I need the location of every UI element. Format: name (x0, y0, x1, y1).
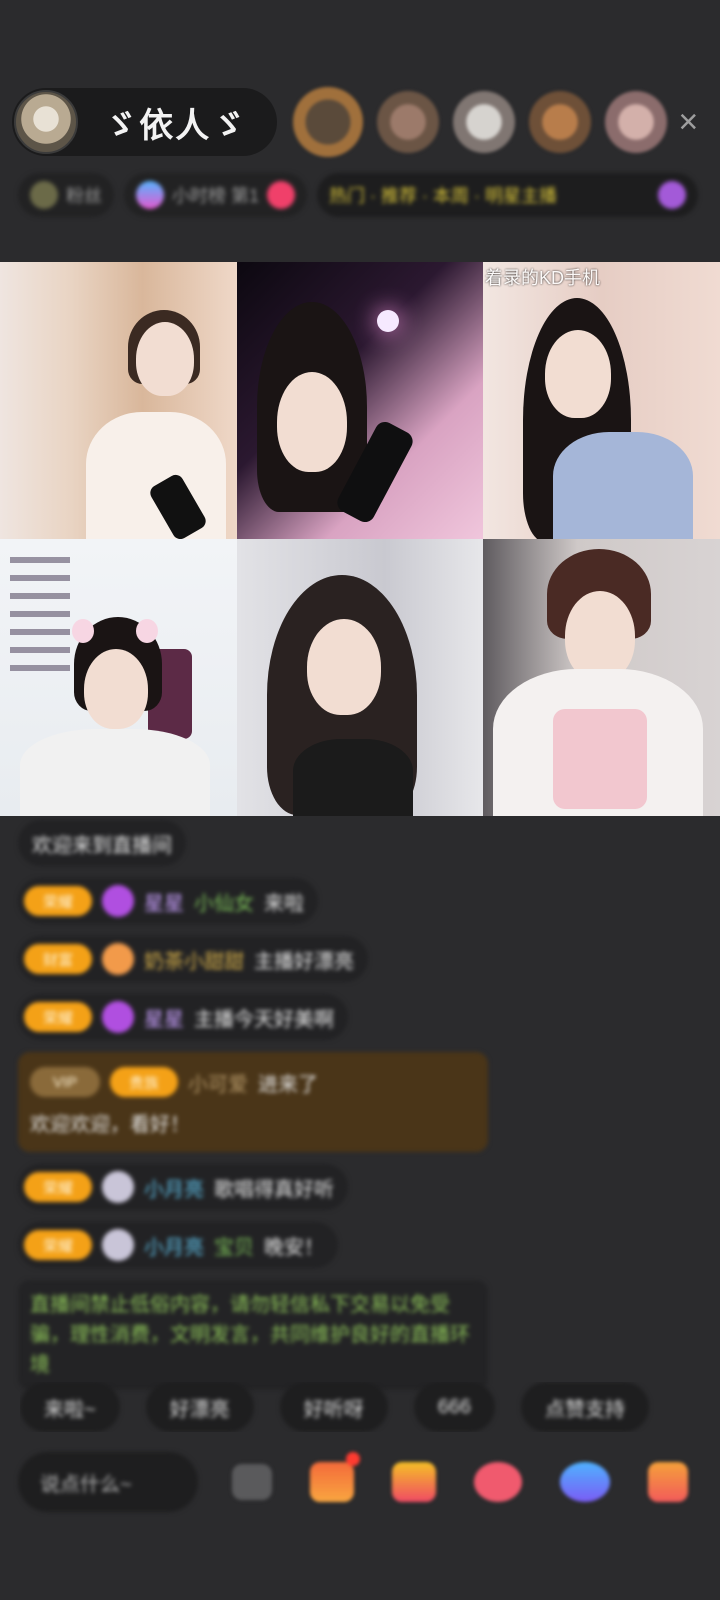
chat-target: 宝贝 (214, 1236, 254, 1259)
light-icon (377, 310, 399, 332)
notification-dot (346, 1452, 360, 1466)
video-overlay-text: 着录的KD手机 (485, 268, 601, 288)
chat-username[interactable]: 星星 (144, 1003, 184, 1032)
cat-ear-icon (72, 619, 94, 643)
heart-icon[interactable] (474, 1462, 522, 1502)
quick-reply-button[interactable]: 好漂亮 (145, 1382, 254, 1432)
level-badge: 荣耀 (24, 1172, 92, 1202)
fans-tag[interactable]: 粉丝 (18, 173, 114, 217)
vip-badge: VIP (30, 1067, 100, 1097)
quick-reply-button[interactable]: 来啦~ (20, 1382, 120, 1432)
tag-label: 小时榜 第1 (172, 186, 260, 206)
chat-message[interactable]: 欢迎来到直播间 (18, 820, 186, 866)
chat-message[interactable]: 财富 奶茶小甜甜 主播好漂亮 (18, 936, 368, 982)
fans-icon (30, 181, 58, 209)
wall-calligraphy (10, 557, 70, 677)
more-icon[interactable] (648, 1462, 688, 1502)
host-info[interactable]: ゞ依人ゞ (12, 88, 277, 156)
chat-message[interactable]: 荣耀 小月亮 歌唱得真好听 (18, 1164, 348, 1210)
chat-text: 晚安！ (264, 1236, 324, 1259)
chat-text: 主播今天好美啊 (194, 1008, 334, 1031)
chat-target: 小仙女 (194, 892, 254, 915)
chat-username[interactable]: 小月亮 (144, 1231, 204, 1260)
quick-reply-button[interactable]: 好听呀 (279, 1382, 388, 1432)
chat-message[interactable]: 荣耀 星星 小仙女 来啦 (18, 878, 318, 924)
video-tile-2[interactable] (237, 262, 483, 539)
level-badge: 荣耀 (24, 1002, 92, 1032)
chat-text: 欢迎欢迎，看好！ (30, 1113, 190, 1136)
chat-username[interactable]: 奶茶小甜甜 (144, 945, 244, 974)
tag-row: 粉丝 小时榜 第1 热门 · 推荐 · 本周 · 明星主播 (18, 170, 698, 220)
avatar (102, 1229, 134, 1261)
viewer-avatar[interactable] (528, 91, 591, 153)
video-tile-5[interactable] (237, 539, 483, 816)
more-icon (658, 181, 686, 209)
live-header: ゞ依人ゞ × (12, 86, 710, 158)
video-tile-1[interactable] (0, 262, 237, 539)
game-icon[interactable] (560, 1462, 610, 1502)
viewer-avatar[interactable] (452, 91, 515, 153)
tag-label: 热门 · 推荐 · 本周 · 明星主播 (329, 186, 558, 206)
shop-icon[interactable] (310, 1452, 360, 1502)
quick-reply-row: 来啦~ 好漂亮 好听呀 666 点赞支持 (20, 1382, 720, 1432)
message-icon[interactable] (232, 1464, 272, 1500)
chat-text: 欢迎来到直播间 (32, 834, 172, 857)
hot-tags[interactable]: 热门 · 推荐 · 本周 · 明星主播 (317, 173, 698, 217)
chat-text: 来啦 (264, 892, 304, 915)
level-badge: 荣耀 (24, 1230, 92, 1260)
chat-input[interactable]: 说点什么~ (18, 1452, 198, 1512)
chat-text: 主播好漂亮 (254, 950, 354, 973)
viewer-avatar[interactable] (292, 87, 363, 157)
video-tile-3[interactable]: 着录的KD手机 (483, 262, 720, 539)
gem-icon (102, 1001, 134, 1033)
chat-message[interactable]: 荣耀 小月亮 宝贝 晚安！ (18, 1222, 338, 1268)
top-garment (553, 709, 647, 809)
video-tile-4[interactable] (0, 539, 237, 816)
viewer-avatar[interactable] (376, 91, 439, 153)
viewer-avatar[interactable] (604, 91, 667, 153)
level-badge: 荣耀 (24, 886, 92, 916)
gem-icon (102, 885, 134, 917)
video-tile-6[interactable] (483, 539, 720, 816)
tag-label: 粉丝 (66, 186, 102, 206)
viewer-avatar-list (292, 87, 667, 157)
chat-text: 进来了 (258, 1073, 318, 1096)
gift-icon[interactable] (392, 1462, 436, 1502)
chat-message[interactable]: 荣耀 星星 主播今天好美啊 (18, 994, 348, 1040)
avatar (102, 1171, 134, 1203)
rank-tag[interactable]: 小时榜 第1 (124, 173, 308, 217)
chat-text: 歌唱得真好听 (214, 1178, 334, 1201)
quick-reply-button[interactable]: 666 (413, 1382, 496, 1432)
heart-icon (267, 181, 296, 209)
host-avatar[interactable] (14, 90, 78, 154)
quick-reply-button[interactable]: 点赞支持 (521, 1382, 650, 1432)
host-name: ゞ依人ゞ (103, 106, 248, 145)
chat-message-highlight[interactable]: VIP 贵族 小可爱 进来了 欢迎欢迎，看好！ (18, 1052, 488, 1152)
cat-ear-icon (136, 619, 158, 643)
chat-username[interactable]: 小月亮 (144, 1173, 204, 1202)
video-grid: 着录的KD手机 (0, 262, 720, 816)
noble-badge: 贵族 (110, 1067, 178, 1097)
chat-list: 欢迎来到直播间 荣耀 星星 小仙女 来啦 财富 奶茶小甜甜 主播好漂亮 荣耀 星… (18, 820, 488, 1402)
close-icon[interactable]: × (667, 100, 710, 144)
chat-username[interactable]: 小可爱 (188, 1068, 248, 1097)
gift-icon (102, 943, 134, 975)
system-notice: 直播间禁止低俗内容，请勿轻信私下交易以免受骗，理性消费，文明发言，共同维护良好的… (18, 1280, 488, 1390)
bottom-toolbar: 说点什么~ (18, 1450, 704, 1514)
level-badge: 财富 (24, 944, 92, 974)
chat-username[interactable]: 星星 (144, 887, 184, 916)
rank-icon (136, 181, 164, 209)
